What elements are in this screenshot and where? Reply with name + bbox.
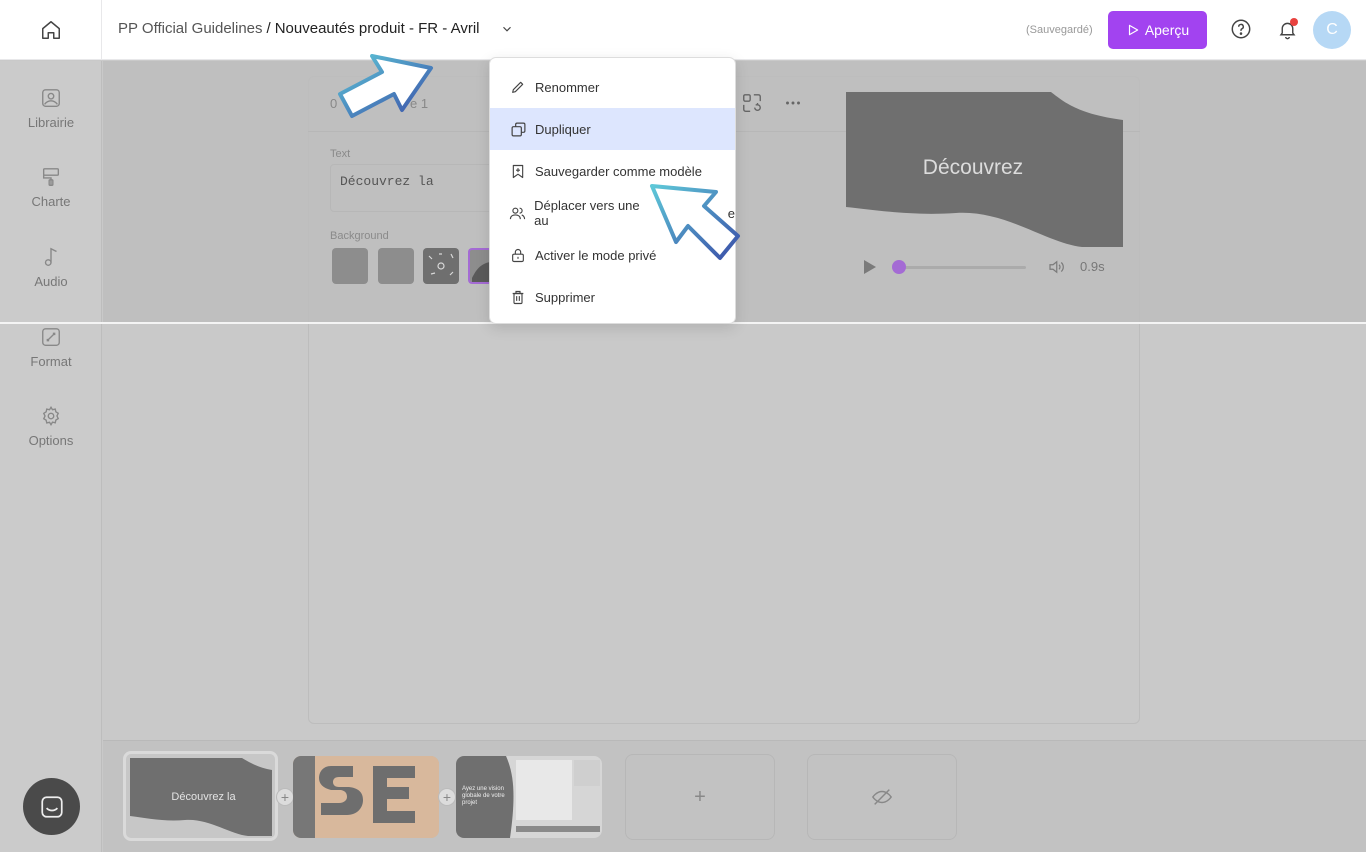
sidebar: Librairie Charte Audio Format Options [0, 61, 102, 852]
slide-thumbnail-3[interactable]: Ayez une vision globale de votre projet [456, 756, 602, 838]
more-options-button[interactable] [781, 91, 805, 115]
tutorial-cursor-arrow-icon [338, 54, 433, 118]
chat-icon [40, 795, 63, 818]
progress-track[interactable] [900, 266, 1026, 269]
menu-item-rename[interactable]: Renommer [490, 66, 735, 108]
save-status: (Sauvegardé) [1026, 24, 1093, 36]
duration-label: 0.9s [1080, 259, 1105, 274]
lock-icon [509, 246, 527, 264]
slide-thumbnail-2[interactable] [293, 756, 439, 838]
tutorial-cursor-arrow-icon [650, 184, 740, 260]
eye-off-icon [871, 789, 893, 805]
avatar[interactable]: C [1313, 11, 1351, 49]
slide-thumbnail-1[interactable]: Découvrez la [123, 751, 278, 841]
play-icon[interactable] [863, 259, 877, 275]
replace-icon [743, 94, 761, 112]
thumbnail-text: Découvrez la [171, 791, 236, 803]
preview-button[interactable]: Aperçu [1108, 11, 1207, 49]
add-slide-card[interactable]: + [625, 754, 775, 840]
audio-player: 0.9s [860, 256, 1120, 278]
background-swatch-pattern[interactable] [423, 248, 459, 284]
music-note-icon [44, 247, 57, 266]
trash-icon [509, 288, 527, 306]
menu-item-label: Déplacer vers une au [534, 198, 640, 228]
add-slide-between-button[interactable]: + [438, 788, 456, 806]
avatar-initial: C [1326, 21, 1338, 38]
users-icon [509, 204, 526, 222]
volume-icon[interactable] [1046, 258, 1066, 276]
notification-badge [1290, 18, 1298, 26]
home-icon [41, 21, 60, 39]
breadcrumb-project[interactable]: PP Official Guidelines [118, 20, 263, 37]
sidebar-item-librairie[interactable]: Librairie [0, 87, 102, 130]
duplicate-icon [509, 120, 527, 138]
background-label: Background [330, 230, 389, 242]
add-slide-between-button[interactable]: + [276, 788, 294, 806]
sidebar-item-format[interactable]: Format [0, 326, 102, 369]
text-field-label: Text [330, 148, 351, 160]
thumbnail-text: Ayez une vision globale de votre projet [462, 786, 505, 806]
sidebar-item-label: Charte [31, 194, 71, 209]
paint-roller-icon [42, 168, 60, 186]
sidebar-item-audio[interactable]: Audio [0, 246, 102, 289]
menu-item-delete[interactable]: Supprimer [490, 276, 735, 318]
breadcrumb: PP Official Guidelines / Nouveautés prod… [118, 20, 514, 37]
hidden-slides-card[interactable] [807, 754, 957, 840]
sidebar-item-label: Format [30, 354, 72, 369]
bookmark-plus-icon [509, 162, 527, 180]
sidebar-item-label: Librairie [27, 115, 75, 130]
add-slide-label: + [694, 785, 706, 808]
sidebar-item-charte[interactable]: Charte [0, 166, 102, 209]
gear-icon [42, 405, 60, 427]
slide-text-input[interactable]: Découvrez la [330, 164, 500, 212]
replace-button[interactable] [740, 91, 764, 115]
breadcrumb-separator: / [266, 20, 271, 37]
preview-button-label: Aperçu [1144, 22, 1190, 38]
sidebar-item-label: Options [28, 433, 74, 448]
more-horizontal-icon [786, 101, 800, 105]
preview-text: Découvrez [922, 156, 1024, 179]
sidebar-item-options[interactable]: Options [0, 405, 102, 448]
pencil-icon [509, 78, 527, 96]
chevron-down-icon[interactable] [500, 22, 514, 36]
menu-item-label: Dupliquer [535, 121, 591, 137]
home-button[interactable] [0, 0, 102, 60]
background-swatch-selected[interactable] [468, 248, 490, 284]
progress-knob[interactable] [892, 260, 906, 274]
background-swatch[interactable] [332, 248, 368, 284]
slide-preview: Découvrez [846, 92, 1123, 247]
play-icon [1128, 24, 1139, 36]
menu-item-label: Sauvegarder comme modèle [535, 163, 702, 179]
menu-item-label: Renommer [535, 79, 600, 95]
resize-icon [42, 328, 60, 346]
image-icon [42, 89, 60, 107]
chat-support-button[interactable] [23, 778, 80, 835]
breadcrumb-page-title[interactable]: Nouveautés produit - FR - Avril [275, 20, 480, 37]
top-bar: PP Official Guidelines / Nouveautés prod… [0, 0, 1366, 60]
menu-item-duplicate[interactable]: Dupliquer [490, 108, 735, 150]
menu-item-label: Activer le mode privé [535, 247, 657, 263]
help-icon [1231, 19, 1251, 39]
menu-item-label: Supprimer [535, 289, 595, 305]
help-button[interactable] [1229, 17, 1253, 41]
sidebar-item-label: Audio [34, 274, 68, 289]
background-swatch[interactable] [378, 248, 414, 284]
